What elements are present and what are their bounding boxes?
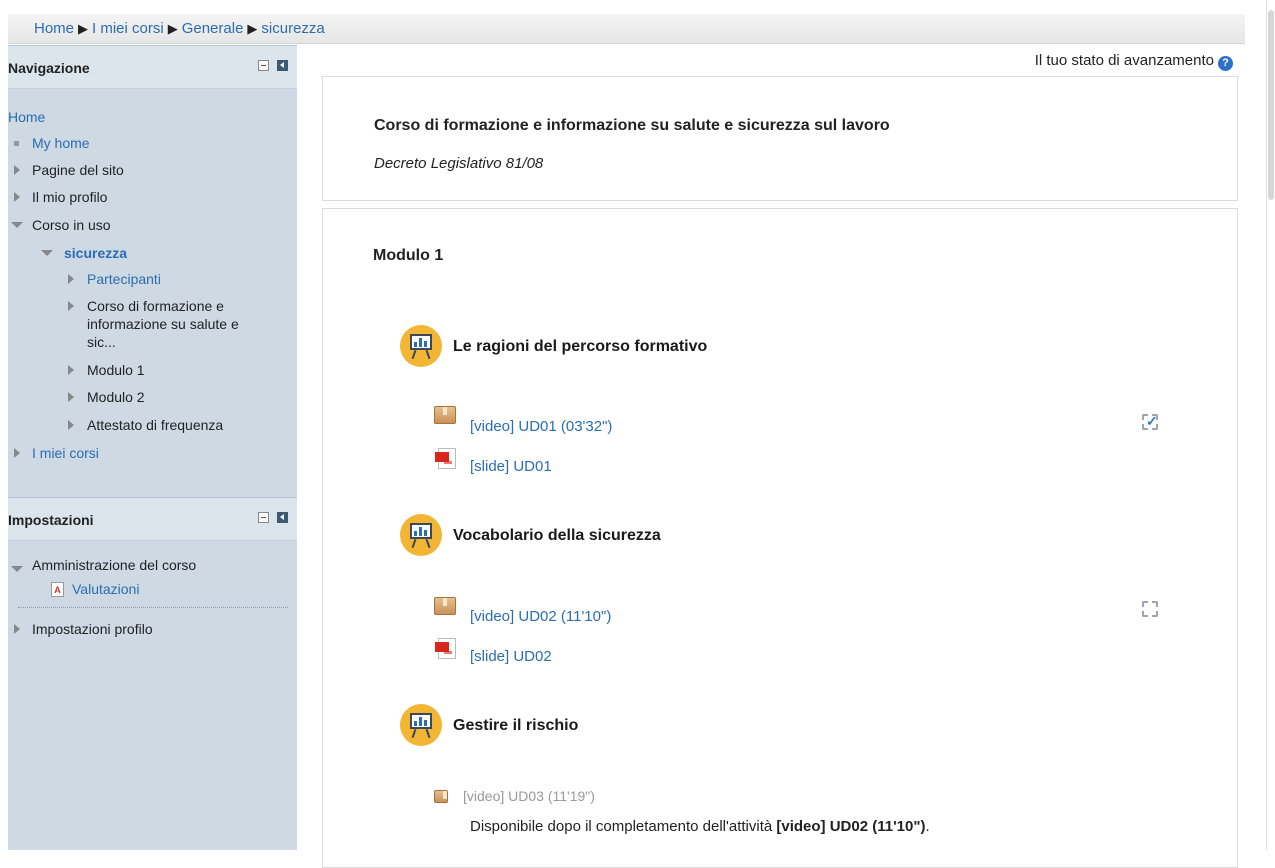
availability-activity: [video] UD02 (11'10") [776, 818, 926, 835]
nav-grades[interactable]: Valutazioni [72, 580, 139, 598]
course-subtitle: Decreto Legislativo 81/08 [374, 155, 544, 172]
activity-video-unavailable: [video] UD03 (11'19") [463, 788, 595, 804]
package-icon [434, 406, 456, 424]
dock-block-icon[interactable] [277, 512, 288, 523]
nav-certificate[interactable]: Attestato di frequenza [87, 416, 223, 434]
nav-participants[interactable]: Partecipanti [87, 270, 161, 288]
settings-block-title: Impostazioni [8, 512, 94, 528]
progress-status-label: Il tuo stato di avanzamento [1034, 52, 1214, 69]
nav-course-section-line2[interactable]: informazione su salute e [87, 315, 239, 333]
collapse-arrow-icon[interactable] [11, 566, 23, 572]
course-title: Corso di formazione e informazione su sa… [374, 117, 890, 134]
dock-block-icon[interactable] [277, 60, 288, 71]
availability-note: Disponibile dopo il completamento dell'a… [470, 818, 930, 835]
collapse-arrow-icon[interactable] [41, 250, 53, 256]
sidebar: Navigazione Home My home Pagine del sito… [8, 45, 297, 850]
presentation-icon [400, 704, 442, 746]
bullet-icon [14, 141, 19, 146]
expand-arrow-icon[interactable] [68, 392, 74, 402]
expand-arrow-icon[interactable] [14, 165, 20, 175]
breadcrumb-course[interactable]: sicurezza [261, 20, 324, 37]
label-title: Gestire il rischio [453, 717, 579, 734]
label-title: Vocabolario della sicurezza [453, 527, 661, 544]
availability-prefix: Disponibile dopo il completamento dell'a… [470, 818, 777, 835]
course-summary: Corso di formazione e informazione su sa… [322, 76, 1238, 201]
nav-home[interactable]: Home [8, 108, 45, 126]
nav-my-home[interactable]: My home [32, 134, 90, 152]
expand-arrow-icon[interactable] [14, 448, 20, 458]
nav-site-pages[interactable]: Pagine del sito [32, 161, 124, 179]
expand-arrow-icon[interactable] [68, 365, 74, 375]
presentation-icon [400, 514, 442, 556]
help-icon[interactable]: ? [1218, 56, 1233, 71]
collapse-block-icon[interactable] [258, 60, 269, 71]
nav-module-1[interactable]: Modulo 1 [87, 361, 145, 379]
breadcrumb-separator-icon: ▶ [167, 21, 178, 36]
nav-course-section[interactable]: Corso di formazione e [87, 297, 224, 315]
breadcrumb: Home ▶ I miei corsi ▶ Generale ▶ sicurezza [8, 14, 1245, 44]
nav-my-courses[interactable]: I miei corsi [32, 444, 99, 462]
section-title: Modulo 1 [373, 247, 444, 264]
breadcrumb-home[interactable]: Home [34, 20, 74, 37]
sidebar-divider [18, 607, 288, 608]
progress-status: Il tuo stato di avanzamento? [1035, 52, 1233, 71]
label-title: Le ragioni del percorso formativo [453, 338, 708, 355]
nav-current-course[interactable]: Corso in uso [32, 216, 111, 234]
nav-my-profile[interactable]: Il mio profilo [32, 188, 107, 206]
nav-course-sicurezza[interactable]: sicurezza [64, 244, 127, 262]
navigation-block-header: Navigazione [8, 45, 297, 89]
presentation-icon [400, 325, 442, 367]
expand-arrow-icon[interactable] [14, 624, 20, 634]
nav-course-section-line3[interactable]: sic... [87, 333, 116, 351]
checkmark-icon: ✓ [1146, 413, 1158, 429]
package-icon [434, 790, 448, 803]
navigation-block-title: Navigazione [8, 60, 90, 76]
nav-course-admin[interactable]: Amministrazione del corso [32, 556, 196, 574]
activity-slide-link[interactable]: [slide] UD01 [470, 458, 552, 475]
collapse-arrow-icon[interactable] [11, 222, 23, 228]
completion-checkbox[interactable] [1142, 601, 1158, 617]
completion-checkbox[interactable]: ✓ [1142, 413, 1158, 430]
breadcrumb-separator-icon: ▶ [247, 21, 258, 36]
page-scrollbar-thumb[interactable] [1268, 10, 1274, 200]
expand-arrow-icon[interactable] [68, 274, 74, 284]
pdf-icon [435, 448, 456, 469]
breadcrumb-general[interactable]: Generale [182, 20, 244, 37]
activity-video-link[interactable]: [video] UD02 (11'10") [470, 608, 611, 625]
expand-arrow-icon[interactable] [68, 301, 74, 311]
pdf-icon [435, 638, 456, 659]
availability-suffix: . [925, 818, 930, 835]
nav-profile-settings[interactable]: Impostazioni profilo [32, 620, 153, 638]
breadcrumb-separator-icon: ▶ [78, 21, 89, 36]
expand-arrow-icon[interactable] [14, 192, 20, 202]
settings-block-header: Impostazioni [8, 497, 297, 541]
package-icon [434, 597, 456, 615]
activity-video-link[interactable]: [video] UD01 (03'32") [470, 418, 612, 435]
nav-module-2[interactable]: Modulo 2 [87, 388, 145, 406]
breadcrumb-my-courses[interactable]: I miei corsi [92, 20, 164, 37]
expand-arrow-icon[interactable] [68, 420, 74, 430]
collapse-block-icon[interactable] [258, 512, 269, 523]
grades-icon: A [51, 582, 64, 597]
activity-slide-link[interactable]: [slide] UD02 [470, 648, 552, 665]
top-bar [0, 0, 1265, 8]
